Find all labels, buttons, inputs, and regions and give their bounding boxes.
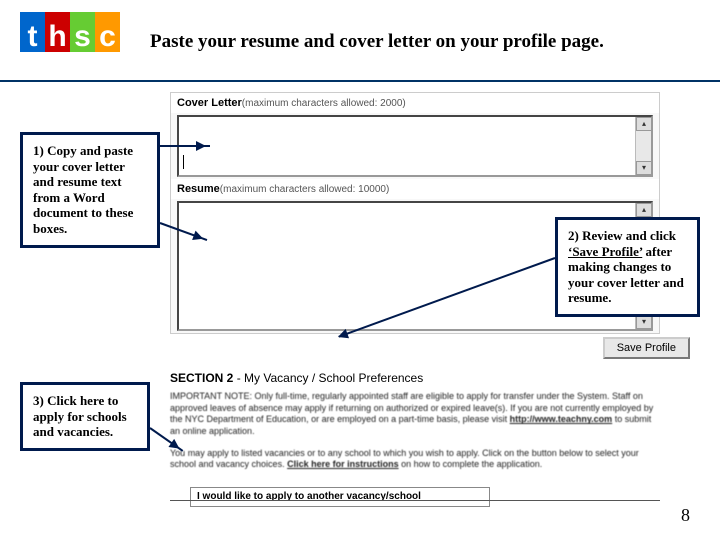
divider: [170, 500, 660, 501]
slide-title: Paste your resume and cover letter on yo…: [150, 31, 604, 53]
important-note-text: IMPORTANT NOTE: Only full-time, regularl…: [170, 389, 660, 440]
apply-instructions-text: You may apply to listed vacancies or to …: [170, 446, 660, 473]
cover-letter-label: Cover Letter(maximum characters allowed:…: [171, 93, 659, 113]
apply-vacancy-dropdown[interactable]: I would like to apply to another vacancy…: [190, 487, 490, 507]
cover-letter-textarea[interactable]: ▴ ▾: [177, 115, 653, 177]
save-profile-button[interactable]: Save Profile: [603, 337, 690, 359]
scroll-up-icon[interactable]: ▴: [636, 203, 652, 217]
thsc-logo: thsc: [20, 12, 120, 72]
scroll-up-icon[interactable]: ▴: [636, 117, 652, 131]
callout-step-1: 1) Copy and paste your cover letter and …: [20, 132, 160, 248]
section-2-preferences: SECTION 2 - My Vacancy / School Preferen…: [170, 367, 660, 507]
page-number: 8: [681, 505, 690, 526]
arrow-icon: [160, 145, 210, 147]
resume-label: Resume(maximum characters allowed: 10000…: [171, 179, 659, 199]
scrollbar[interactable]: ▴ ▾: [635, 117, 651, 175]
scroll-down-icon[interactable]: ▾: [636, 161, 652, 175]
callout-step-2: 2) Review and click ‘Save Profile’ after…: [555, 217, 700, 317]
slide-body: Cover Letter(maximum characters allowed:…: [0, 82, 720, 522]
callout-step-3: 3) Click here to apply for schools and v…: [20, 382, 150, 451]
section-2-heading: SECTION 2 - My Vacancy / School Preferen…: [170, 367, 660, 389]
teachny-link[interactable]: http://www.teachny.com: [510, 414, 613, 424]
instructions-link[interactable]: Click here for instructions: [287, 459, 399, 469]
scroll-down-icon[interactable]: ▾: [636, 315, 652, 329]
slide-header: thsc Paste your resume and cover letter …: [0, 0, 720, 82]
